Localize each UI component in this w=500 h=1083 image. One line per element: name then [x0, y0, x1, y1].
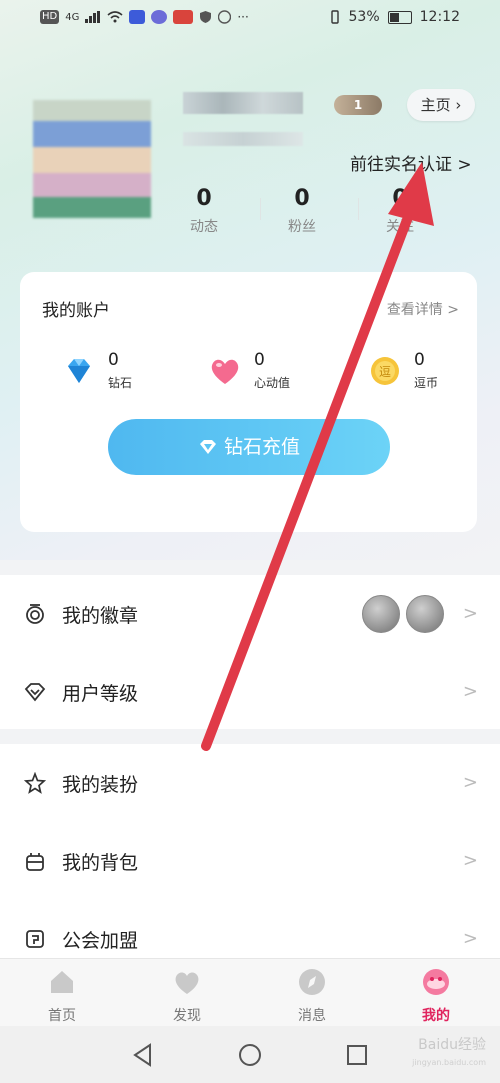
- diamond-icon: [68, 359, 90, 383]
- stat-fans-value: 0: [294, 186, 310, 211]
- account-detail-link[interactable]: 查看详情 >: [387, 299, 459, 319]
- recents-icon[interactable]: [344, 1042, 370, 1068]
- more-notifications-icon: ···: [237, 10, 249, 24]
- level-badge[interactable]: 1: [334, 95, 382, 115]
- tab-messages[interactable]: 消息: [272, 967, 352, 1025]
- home-icon: [51, 971, 73, 993]
- asset-heartbeat-value: 0: [254, 350, 265, 370]
- asset-heartbeat[interactable]: 0 心动值: [208, 350, 318, 390]
- app-notification-icon: [129, 10, 146, 24]
- diamond-outline-icon: [24, 683, 46, 702]
- compass-icon: [299, 969, 325, 995]
- menu-label: 我的背包: [62, 852, 139, 874]
- asset-diamond-value: 0: [108, 350, 119, 370]
- stat-posts-label: 动态: [190, 219, 218, 235]
- asset-diamond[interactable]: 0 钻石: [62, 350, 162, 390]
- wifi-icon: [107, 11, 123, 23]
- account-title: 我的账户: [42, 301, 110, 321]
- star-sparkle-icon: [24, 772, 46, 794]
- medal-icon: [362, 595, 400, 633]
- news-notification-icon: [173, 10, 194, 24]
- user-id-blurred: [183, 132, 303, 146]
- stat-following[interactable]: 0 关注: [370, 186, 430, 236]
- watermark: Baidu经验: [418, 1037, 486, 1053]
- stat-divider: [358, 198, 359, 220]
- battery-icon: [387, 10, 412, 24]
- menu-group-profile: 我的徽章 > 用户等级 >: [0, 575, 500, 729]
- chevron-right-icon: >: [462, 681, 478, 702]
- home-button[interactable]: 主页 ›: [407, 89, 475, 121]
- username-blurred: [183, 92, 303, 114]
- tab-discover[interactable]: 发现: [147, 967, 227, 1025]
- stat-fans[interactable]: 0 粉丝: [272, 186, 332, 236]
- menu-label: 我的装扮: [62, 774, 139, 796]
- asset-heartbeat-label: 心动值: [254, 376, 291, 390]
- stat-following-value: 0: [392, 186, 408, 211]
- chevron-right-icon: >: [462, 850, 478, 871]
- stat-posts[interactable]: 0 动态: [174, 186, 234, 236]
- status-bar: HD 4G ··· 53% 12:12: [0, 0, 500, 38]
- menu-item-dressup[interactable]: 我的装扮 >: [0, 744, 500, 822]
- status-left: HD 4G ···: [40, 10, 249, 24]
- tab-label: 发现: [173, 1008, 201, 1024]
- network-type: 4G: [65, 11, 80, 23]
- coin-icon: 逗: [371, 357, 399, 385]
- watermark-url: jingyan.baidu.com: [412, 1058, 486, 1067]
- shield-check-icon: [200, 11, 212, 23]
- medal-icon: [406, 595, 444, 633]
- menu-label: 用户等级: [62, 683, 139, 705]
- guild-icon: [26, 930, 44, 948]
- music-notification-icon: [151, 10, 168, 24]
- menu-item-badges[interactable]: 我的徽章 >: [0, 575, 500, 653]
- menu-item-user-level[interactable]: 用户等级 >: [0, 653, 500, 731]
- hand-icon: [218, 10, 232, 24]
- tab-label: 消息: [298, 1008, 326, 1024]
- profile-icon: [423, 969, 449, 995]
- badge-icon: [26, 604, 44, 624]
- back-icon[interactable]: [130, 1042, 156, 1068]
- verify-identity-link[interactable]: 前往实名认证 >: [350, 150, 472, 175]
- tab-label: 我的: [422, 1008, 450, 1024]
- asset-coin-value: 0: [414, 350, 425, 370]
- menu-label: 公会加盟: [62, 930, 139, 952]
- home-nav-icon[interactable]: [237, 1042, 263, 1068]
- stat-following-label: 关注: [386, 219, 414, 235]
- heart-icon: [175, 972, 199, 994]
- tab-mine[interactable]: 我的: [396, 967, 476, 1025]
- chevron-right-icon: >: [462, 772, 478, 793]
- asset-coin-label: 逗币: [414, 376, 439, 390]
- menu-group-items: 我的装扮 > 我的背包 > 公会加盟 >: [0, 744, 500, 958]
- badge-preview: [362, 595, 444, 633]
- signal-icon: [85, 11, 101, 23]
- asset-diamond-label: 钻石: [108, 376, 133, 390]
- avatar[interactable]: [33, 100, 151, 218]
- backpack-icon: [26, 853, 44, 871]
- vibrate-icon: [330, 10, 339, 24]
- account-card: 我的账户 查看详情 > 0 钻石 0 心动值 逗 0 逗币 钻石充值: [20, 272, 477, 532]
- asset-coin[interactable]: 逗 0 逗币: [368, 350, 468, 390]
- stat-fans-label: 粉丝: [288, 219, 316, 235]
- heart-icon: [211, 359, 239, 384]
- tab-home[interactable]: 首页: [22, 967, 102, 1025]
- diamond-outline-icon: [199, 440, 216, 454]
- chevron-right-icon: >: [462, 928, 478, 949]
- menu-label: 我的徽章: [62, 605, 139, 627]
- svg-text:逗: 逗: [379, 365, 391, 379]
- recharge-label: 钻石充值: [223, 436, 300, 458]
- stat-posts-value: 0: [196, 186, 212, 211]
- menu-item-backpack[interactable]: 我的背包 >: [0, 822, 500, 900]
- diamond-recharge-button[interactable]: 钻石充值: [108, 419, 390, 475]
- battery-percent: 53%: [348, 9, 380, 25]
- stat-divider: [260, 198, 261, 220]
- tab-label: 首页: [48, 1008, 76, 1024]
- clock: 12:12: [419, 9, 460, 25]
- battery-level: [389, 12, 400, 22]
- hd-indicator: HD: [40, 10, 60, 24]
- chevron-right-icon: >: [462, 603, 478, 624]
- bottom-tab-bar: 首页 发现 消息 我的: [0, 958, 500, 1027]
- status-right: 53% 12:12: [329, 9, 460, 25]
